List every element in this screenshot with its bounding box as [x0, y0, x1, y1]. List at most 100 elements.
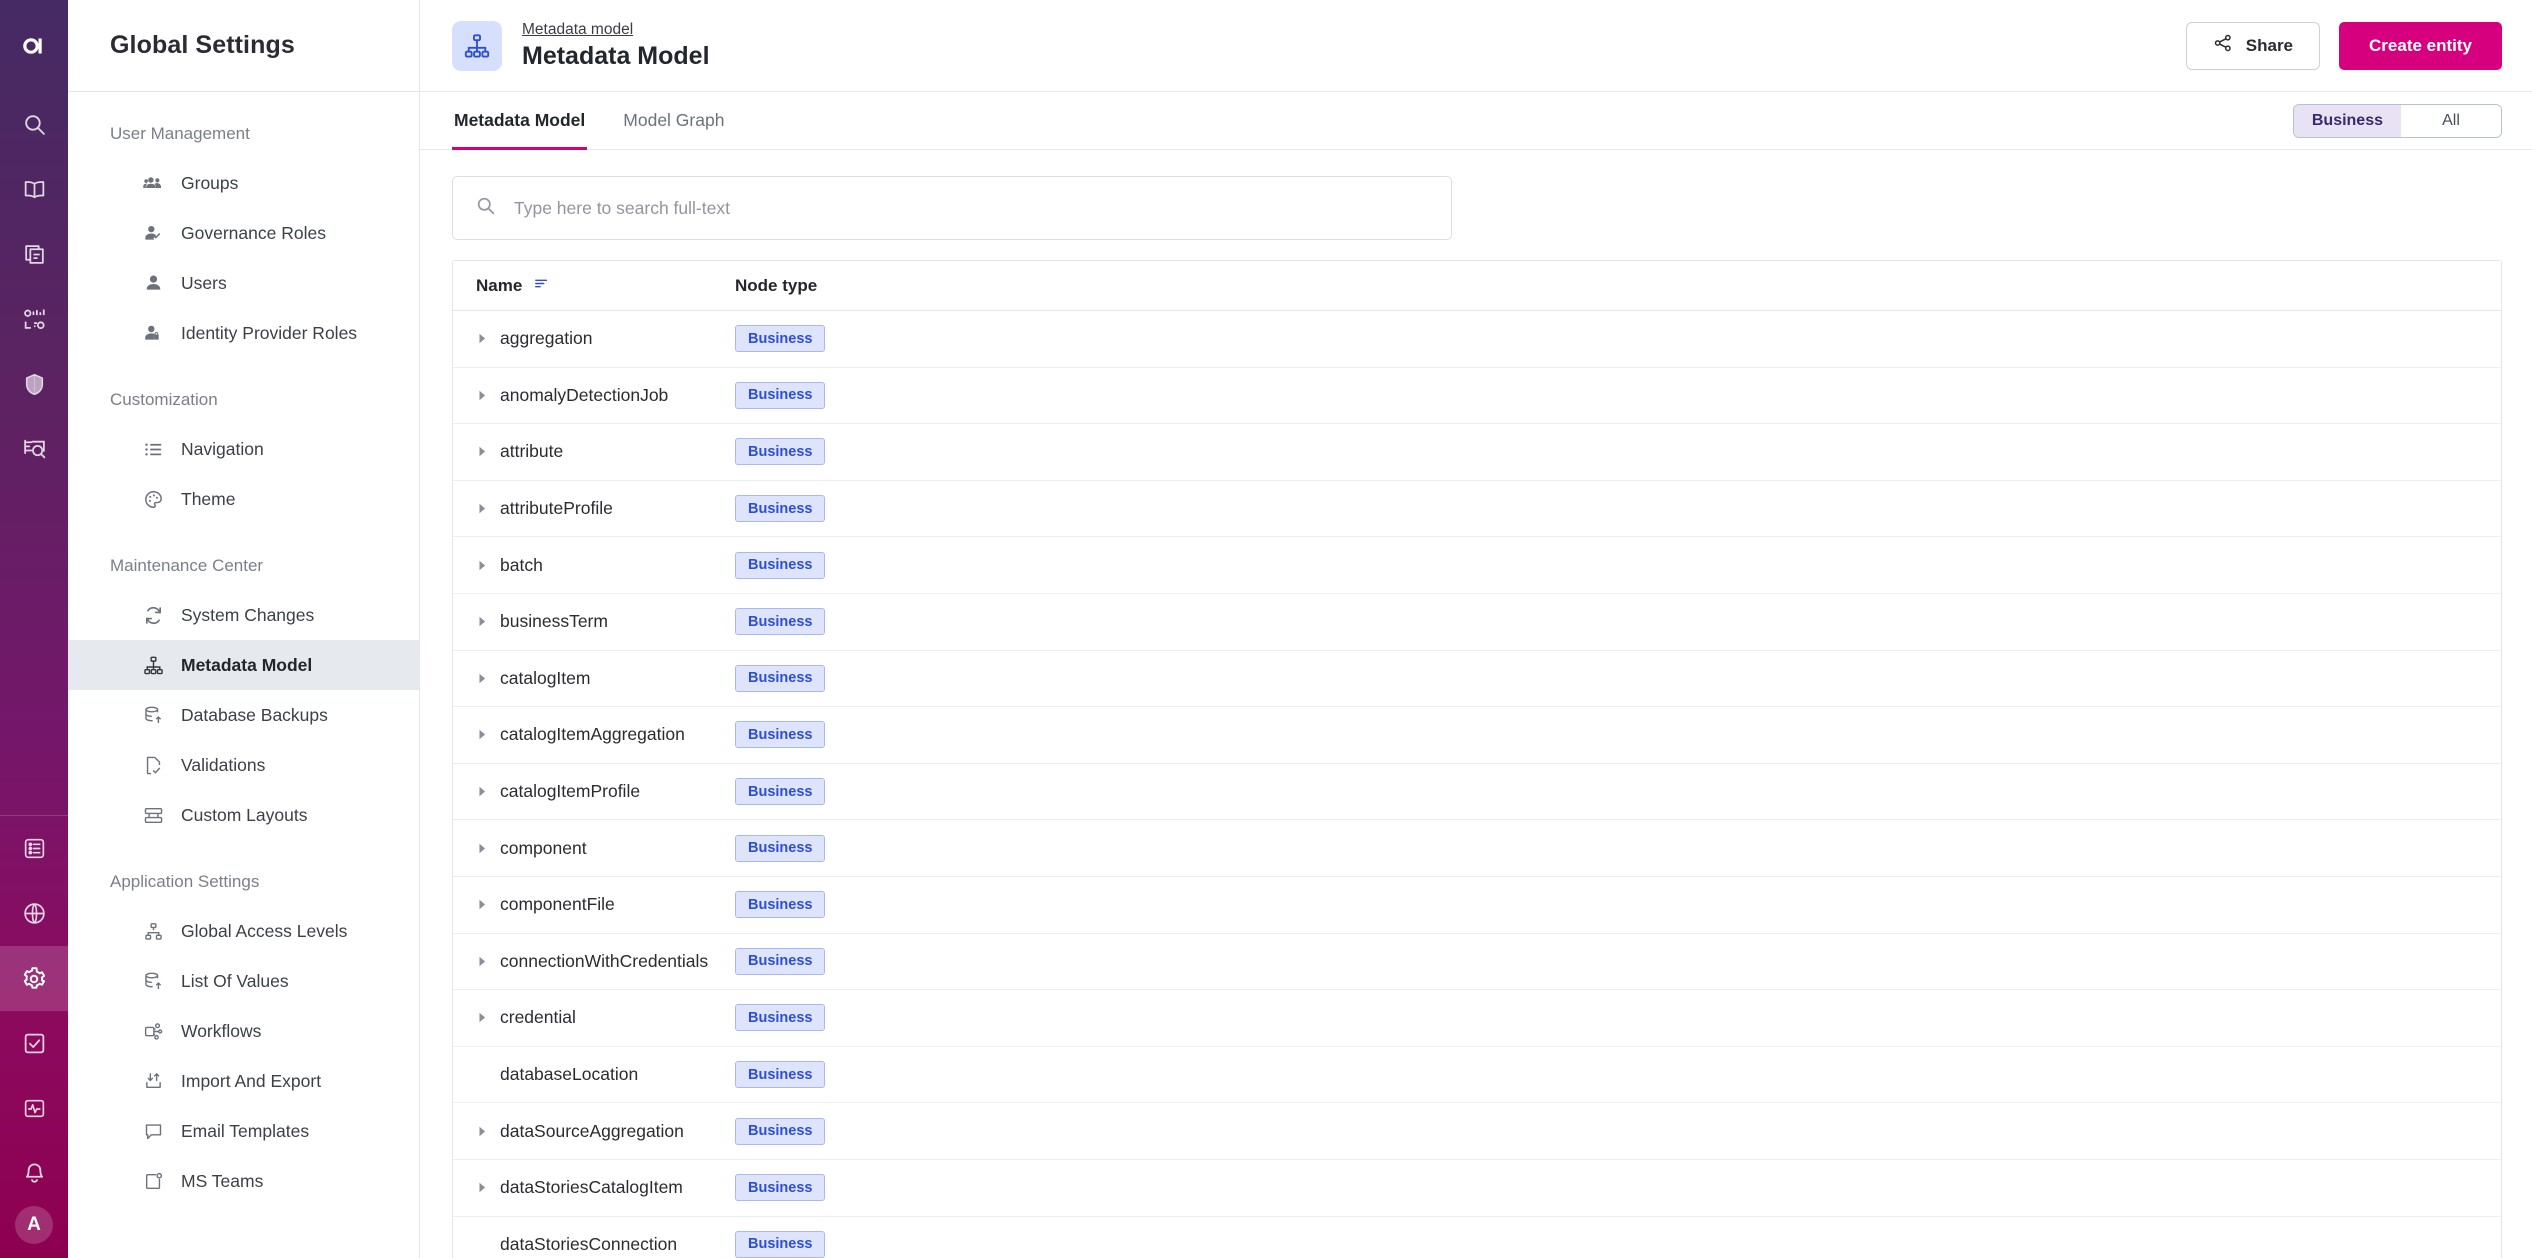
sidebar-item-custom-layouts[interactable]: Custom Layouts — [68, 790, 419, 840]
expand-caret-icon[interactable] — [476, 672, 500, 685]
expand-caret-icon[interactable] — [476, 728, 500, 741]
monitoring-icon[interactable] — [0, 1076, 68, 1141]
sidebar-item-users[interactable]: Users — [68, 258, 419, 308]
database-upload-icon — [142, 970, 164, 992]
sidebar-item-global-access-levels[interactable]: Global Access Levels — [68, 906, 419, 956]
cell-name: catalogItemProfile — [453, 781, 735, 802]
cell-node-type: Business — [735, 1117, 2501, 1145]
list-icon[interactable] — [0, 816, 68, 881]
table-row[interactable]: dataStoriesConnection Business — [453, 1216, 2501, 1258]
table-row[interactable]: anomalyDetectionJob Business — [453, 367, 2501, 425]
search-box[interactable] — [452, 176, 1452, 240]
table-row[interactable]: component Business — [453, 820, 2501, 877]
sidebar-item-navigation[interactable]: Navigation — [68, 424, 419, 474]
app-logo[interactable] — [0, 0, 68, 92]
search-icon[interactable] — [0, 92, 68, 157]
sidebar-item-label: Governance Roles — [181, 222, 326, 243]
chat-icon — [142, 1120, 164, 1142]
layout-icon — [142, 804, 164, 826]
sidebar-item-governance-roles[interactable]: Governance Roles — [68, 208, 419, 258]
table-row[interactable]: connectionWithCredentials Business — [453, 933, 2501, 991]
database-upload-icon — [142, 704, 164, 726]
table-body: aggregation Business anomalyDetectionJob Bu… — [453, 311, 2501, 1258]
tab-model-graph[interactable]: Model Graph — [621, 92, 726, 150]
row-name-label: catalogItemAggregation — [500, 724, 685, 745]
table-row[interactable]: databaseLocation Business — [453, 1046, 2501, 1104]
row-name-label: component — [500, 837, 587, 858]
create-entity-button[interactable]: Create entity — [2339, 21, 2502, 70]
gear-icon[interactable] — [0, 946, 68, 1011]
node-type-badge: Business — [735, 551, 826, 579]
table-row[interactable]: attributeProfile Business — [453, 480, 2501, 538]
sidebar-item-metadata-model[interactable]: Metadata Model — [68, 640, 419, 690]
sidebar-item-email-templates[interactable]: Email Templates — [68, 1106, 419, 1156]
sidebar-item-label: MS Teams — [181, 1170, 264, 1191]
column-header-node-type[interactable]: Node type — [735, 276, 2501, 296]
sidebar-item-identity-provider-roles[interactable]: Identity Provider Roles — [68, 308, 419, 358]
sidebar-item-list-of-values[interactable]: List Of Values — [68, 956, 419, 1006]
page-header: Metadata model Metadata Model Share Crea… — [420, 0, 2532, 92]
globe-icon[interactable] — [0, 881, 68, 946]
table-row[interactable]: catalogItemAggregation Business — [453, 707, 2501, 764]
avatar[interactable]: A — [15, 1206, 53, 1244]
search-input[interactable] — [514, 197, 1429, 219]
expand-caret-icon[interactable] — [476, 955, 500, 968]
sidebar-item-validations[interactable]: Validations — [68, 740, 419, 790]
expand-caret-icon[interactable] — [476, 559, 500, 572]
expand-caret-icon[interactable] — [476, 445, 500, 458]
table-row[interactable]: catalogItem Business — [453, 650, 2501, 708]
table-row[interactable]: componentFile Business — [453, 876, 2501, 934]
expand-caret-icon[interactable] — [476, 842, 500, 855]
scope-option-business[interactable]: Business — [2293, 104, 2401, 137]
column-header-name[interactable]: Name — [453, 275, 735, 297]
breadcrumb[interactable]: Metadata model — [522, 21, 710, 39]
table-row[interactable]: dataStoriesCatalogItem Business — [453, 1159, 2501, 1217]
expand-caret-icon[interactable] — [476, 1181, 500, 1194]
book-icon[interactable] — [0, 157, 68, 222]
sidebar-item-label: Global Access Levels — [181, 920, 348, 941]
table-row[interactable]: aggregation Business — [453, 311, 2501, 368]
sidebar-item-ms-teams[interactable]: MS Teams — [68, 1156, 419, 1206]
table-row[interactable]: attribute Business — [453, 424, 2501, 481]
row-name-label: dataSourceAggregation — [500, 1120, 684, 1141]
table-row[interactable]: catalogItemProfile Business — [453, 763, 2501, 821]
expand-caret-icon[interactable] — [476, 615, 500, 628]
sidebar-item-import-and-export[interactable]: Import And Export — [68, 1056, 419, 1106]
share-button[interactable]: Share — [2185, 21, 2321, 70]
sidebar-group-maintenance-center: Maintenance Center — [110, 556, 264, 575]
checkbox-icon[interactable] — [0, 1011, 68, 1076]
table-row[interactable]: dataSourceAggregation Business — [453, 1103, 2501, 1160]
expand-caret-icon[interactable] — [476, 389, 500, 402]
user-lock-icon — [142, 322, 164, 344]
sidebar-item-label: Validations — [181, 754, 266, 775]
cell-node-type: Business — [735, 325, 2501, 353]
cell-node-type: Business — [735, 721, 2501, 749]
expand-caret-icon[interactable] — [476, 332, 500, 345]
sort-icon[interactable] — [533, 275, 550, 297]
node-type-badge: Business — [735, 1117, 826, 1145]
sidebar-item-database-backups[interactable]: Database Backups — [68, 690, 419, 740]
expand-caret-icon[interactable] — [476, 1125, 500, 1138]
table-row[interactable]: businessTerm Business — [453, 593, 2501, 651]
scope-option-all[interactable]: All — [2401, 104, 2501, 137]
expand-caret-icon[interactable] — [476, 502, 500, 515]
documents-icon[interactable] — [0, 222, 68, 287]
shield-icon[interactable] — [0, 352, 68, 417]
expand-caret-icon[interactable] — [476, 785, 500, 798]
row-name-label: catalogItem — [500, 667, 591, 688]
query-search-icon[interactable] — [0, 417, 68, 482]
sidebar-item-theme[interactable]: Theme — [68, 474, 419, 524]
bell-icon[interactable] — [0, 1141, 68, 1206]
sidebar-item-system-changes[interactable]: System Changes — [68, 590, 419, 640]
sidebar-scroll[interactable]: User Management Groups Governance Roles … — [68, 92, 419, 1258]
tab-metadata-model[interactable]: Metadata Model — [452, 92, 588, 150]
sidebar-title: Global Settings — [68, 0, 419, 92]
expand-caret-icon[interactable] — [476, 898, 500, 911]
sidebar-item-workflows[interactable]: Workflows — [68, 1006, 419, 1056]
table-row[interactable]: batch Business — [453, 537, 2501, 594]
sidebar-item-groups[interactable]: Groups — [68, 158, 419, 208]
cell-name: attribute — [453, 441, 735, 462]
table-row[interactable]: credential Business — [453, 990, 2501, 1047]
expand-caret-icon[interactable] — [476, 1011, 500, 1024]
data-graph-icon[interactable] — [0, 287, 68, 352]
